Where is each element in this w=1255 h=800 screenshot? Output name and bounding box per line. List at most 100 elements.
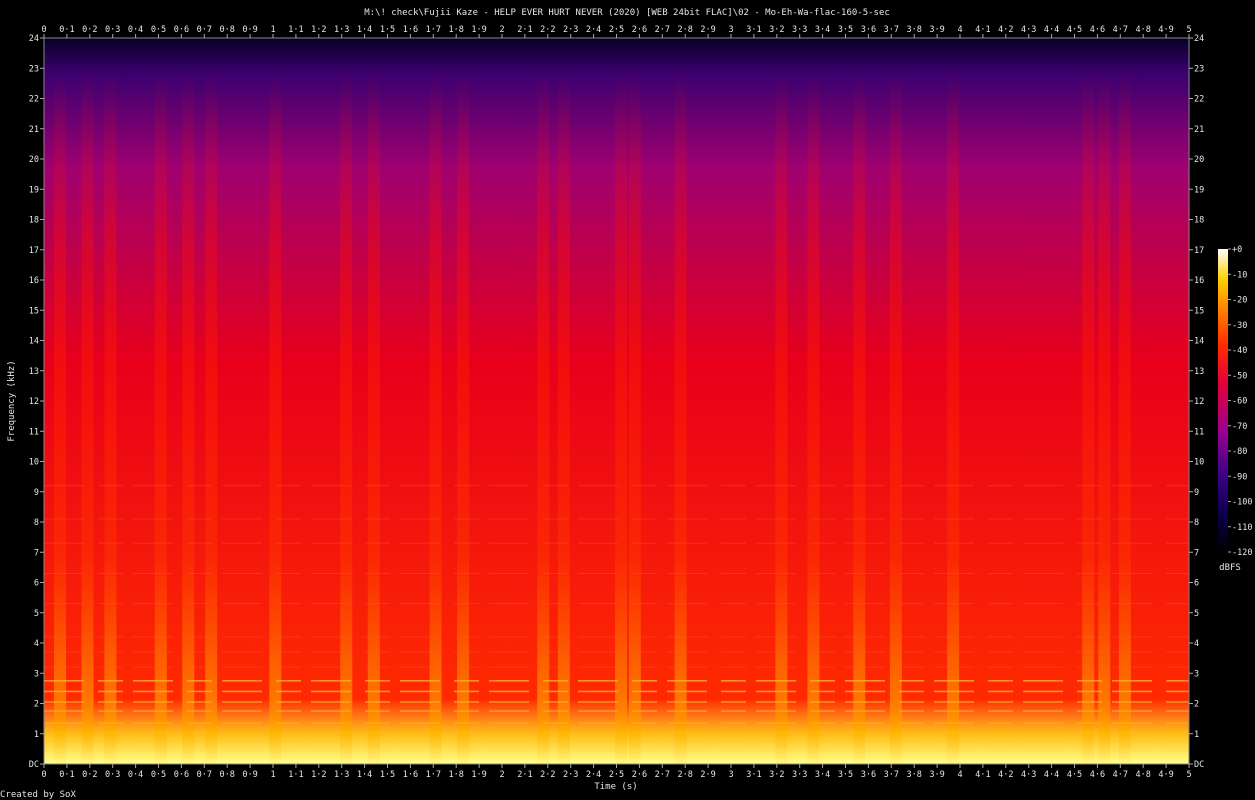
colorbar: +0 -10 -20 -30 -40 -50 -60 -70 -80 -90 -100 -110 -12… — [1218, 245, 1252, 573]
y-tick-right-label-20: 20 — [1194, 155, 1204, 165]
x-tick-bottom-label-43: 4·3 — [1021, 770, 1036, 780]
x-tick-top-label-27: 2·7 — [655, 25, 670, 35]
colorbar-tick-label-9: -90 — [1232, 472, 1247, 482]
x-tick-bottom-label-5: 0·5 — [151, 770, 166, 780]
colorbar-gradient — [1218, 249, 1228, 552]
y-tick-left-label-13: 13 — [29, 367, 39, 377]
y-tick-left-label-19: 19 — [29, 185, 39, 195]
transient-band-13 — [615, 68, 628, 764]
y-tick-left-label-10: 10 — [29, 458, 39, 468]
y-tick-right-label-0: DC — [1194, 760, 1204, 770]
y-tick-right-label-4: 4 — [1194, 639, 1199, 649]
spectrogram-figure: M:\! check\Fujii Kaze - HELP EVER HURT N… — [0, 8, 1252, 800]
x-tick-top-label-8: 0·8 — [220, 25, 235, 35]
y-tick-right-label-16: 16 — [1194, 276, 1204, 286]
x-tick-bottom-label-39: 3·9 — [929, 770, 944, 780]
x-tick-top-label-31: 3·1 — [746, 25, 761, 35]
x-tick-top-label-0: 0 — [41, 25, 46, 35]
x-tick-top-label-42: 4·2 — [998, 25, 1013, 35]
y-tick-right-label-2: 2 — [1194, 700, 1199, 710]
y-tick-right-label-1: 1 — [1194, 730, 1199, 740]
transient-band-12 — [557, 68, 570, 764]
transient-band-1 — [81, 68, 94, 764]
x-tick-top-label-33: 3·3 — [792, 25, 807, 35]
y-tick-left-label-21: 21 — [29, 125, 39, 135]
transient-band-14 — [628, 68, 641, 764]
x-tick-bottom-label-15: 1·5 — [380, 770, 395, 780]
x-tick-bottom-label-13: 1·3 — [334, 770, 349, 780]
y-tick-left-label-11: 11 — [29, 427, 39, 437]
y-tick-left-label-0: DC — [29, 760, 39, 770]
y-tick-right-label-14: 14 — [1194, 337, 1204, 347]
x-tick-bottom-label-21: 2·1 — [517, 770, 532, 780]
x-tick-top-label-19: 1·9 — [471, 25, 486, 35]
x-tick-top-label-23: 2·3 — [563, 25, 578, 35]
colorbar-tick-label-7: -70 — [1232, 422, 1247, 432]
transient-band-2 — [104, 68, 117, 764]
x-tick-top-label-38: 3·8 — [907, 25, 922, 35]
colorbar-label: dBFS — [1219, 563, 1241, 573]
x-tick-bottom-label-22: 2·2 — [540, 770, 555, 780]
x-tick-top-label-10: 1 — [270, 25, 275, 35]
x-tick-bottom-label-6: 0·6 — [174, 770, 189, 780]
transient-band-10 — [457, 68, 470, 764]
transient-band-8 — [367, 68, 380, 764]
x-tick-bottom-label-26: 2·6 — [632, 770, 647, 780]
x-tick-bottom-label-45: 4·5 — [1067, 770, 1082, 780]
x-tick-bottom-label-25: 2·5 — [609, 770, 624, 780]
x-tick-bottom-label-7: 0·7 — [197, 770, 212, 780]
y-tick-right-label-10: 10 — [1194, 458, 1204, 468]
x-axis-label: Time (s) — [594, 782, 637, 792]
y-tick-right-label-24: 24 — [1194, 34, 1204, 44]
y-tick-left-label-16: 16 — [29, 276, 39, 286]
y-tick-left-label-15: 15 — [29, 306, 39, 316]
colorbar-tick-label-4: -40 — [1232, 346, 1247, 356]
x-tick-bottom-label-17: 1·7 — [426, 770, 441, 780]
y-tick-right-label-15: 15 — [1194, 306, 1204, 316]
transient-band-18 — [853, 68, 866, 764]
y-tick-right-label-3: 3 — [1194, 669, 1199, 679]
transient-band-9 — [429, 68, 442, 764]
y-tick-left-label-23: 23 — [29, 64, 39, 74]
y-tick-right-label-6: 6 — [1194, 579, 1199, 589]
x-tick-top-label-48: 4·8 — [1136, 25, 1151, 35]
transient-band-19 — [889, 68, 902, 764]
x-tick-top-label-49: 4·9 — [1158, 25, 1173, 35]
y-tick-left-label-12: 12 — [29, 397, 39, 407]
y-tick-left-label-17: 17 — [29, 246, 39, 256]
x-tick-bottom-label-27: 2·7 — [655, 770, 670, 780]
colorbar-tick-label-2: -20 — [1232, 296, 1247, 306]
y-tick-right-label-5: 5 — [1194, 609, 1199, 619]
x-tick-bottom-label-10: 1 — [270, 770, 275, 780]
transient-band-5 — [205, 68, 218, 764]
x-axis-bottom: 0 0·1 0·2 0·3 0·4 0·5 0·6 0·7 0·8 0·9 1 1·1 1·2 1·3 1·… — [41, 764, 1192, 780]
y-tick-left-label-22: 22 — [29, 95, 39, 105]
x-tick-top-label-44: 4·4 — [1044, 25, 1059, 35]
x-tick-bottom-label-35: 3·5 — [838, 770, 853, 780]
x-tick-top-label-3: 0·3 — [105, 25, 120, 35]
y-tick-right-label-13: 13 — [1194, 367, 1204, 377]
x-tick-top-label-37: 3·7 — [884, 25, 899, 35]
transient-band-16 — [775, 68, 788, 764]
x-tick-top-label-18: 1·8 — [449, 25, 464, 35]
x-tick-top-label-17: 1·7 — [426, 25, 441, 35]
y-tick-right-label-17: 17 — [1194, 246, 1204, 256]
x-tick-top-label-35: 3·5 — [838, 25, 853, 35]
y-tick-left-label-4: 4 — [34, 639, 39, 649]
x-tick-bottom-label-8: 0·8 — [220, 770, 235, 780]
x-tick-top-label-2: 0·2 — [82, 25, 97, 35]
colorbar-tick-label-3: -30 — [1232, 321, 1247, 331]
x-tick-top-label-36: 3·6 — [861, 25, 876, 35]
y-axis-label: Frequency (kHz) — [7, 360, 17, 441]
colorbar-tick-label-6: -60 — [1232, 397, 1247, 407]
x-tick-top-label-40: 4 — [957, 25, 962, 35]
x-tick-bottom-label-42: 4·2 — [998, 770, 1013, 780]
transient-band-15 — [674, 68, 687, 764]
x-tick-bottom-label-3: 0·3 — [105, 770, 120, 780]
x-tick-top-label-22: 2·2 — [540, 25, 555, 35]
colorbar-tick-label-1: -10 — [1232, 270, 1247, 280]
y-tick-left-label-2: 2 — [34, 700, 39, 710]
x-tick-top-label-1: 0·1 — [59, 25, 74, 35]
y-tick-left-label-5: 5 — [34, 609, 39, 619]
x-tick-top-label-20: 2 — [499, 25, 504, 35]
